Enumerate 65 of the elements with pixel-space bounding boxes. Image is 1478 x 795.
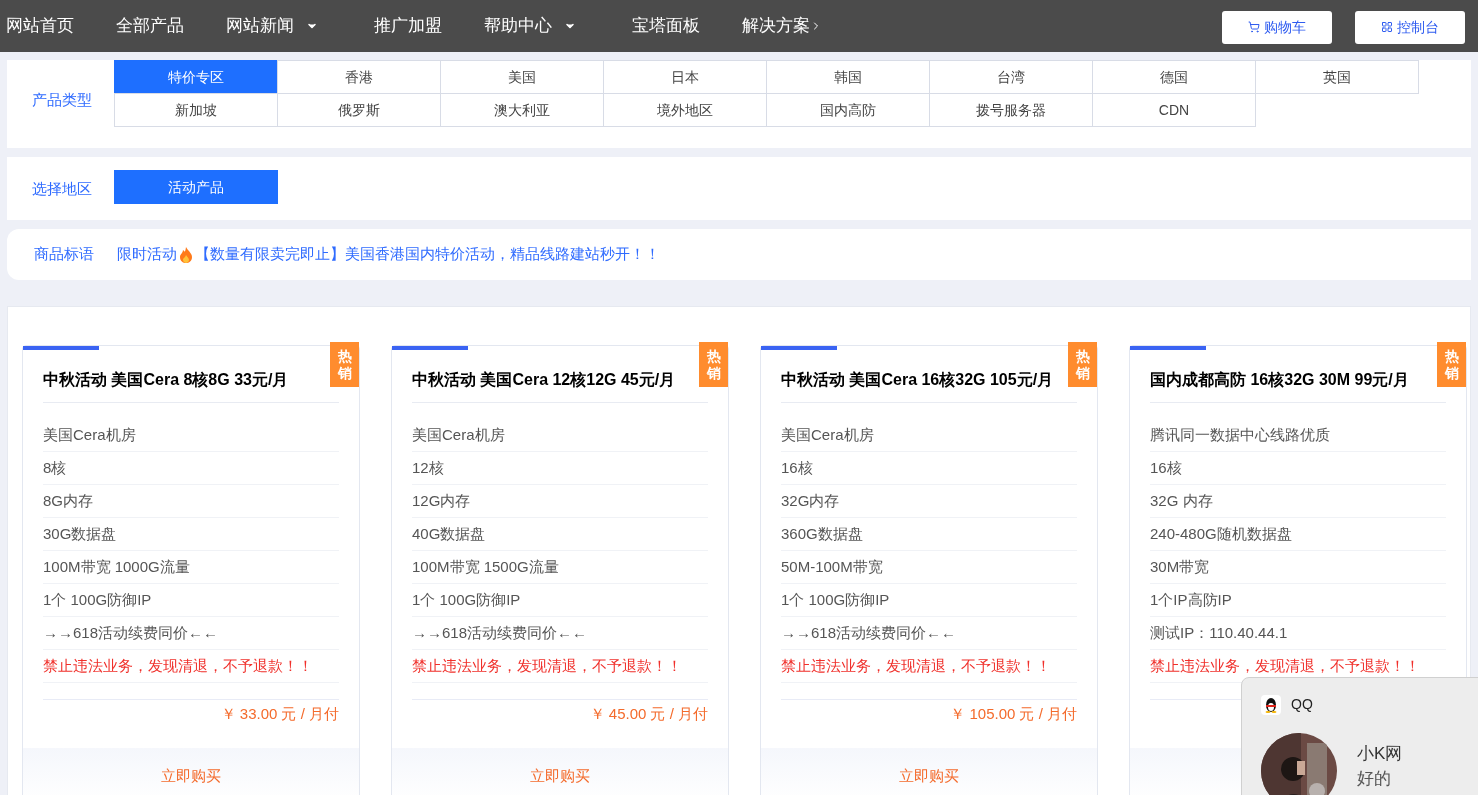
category-tab[interactable]: 活动产品 xyxy=(114,170,278,204)
spec-line: →→618活动续费同价←← xyxy=(43,617,339,650)
penguin-icon xyxy=(1261,694,1281,715)
fire-icon xyxy=(180,246,192,263)
category-tab[interactable]: 特价专区 xyxy=(114,60,278,94)
category-tab[interactable]: 英国 xyxy=(1255,60,1419,94)
spec-line: 50M-100M带宽 xyxy=(781,551,1077,584)
price-text: ￥ 33.00 元 / 月付 xyxy=(220,705,339,722)
spec-line: 360G数据盘 xyxy=(781,518,1077,551)
spec-line: 8G内存 xyxy=(43,485,339,518)
nav-link[interactable]: 宝塔面板 xyxy=(632,13,700,39)
spec-line: 美国Cera机房 xyxy=(43,419,339,452)
slogan-text: 【数量有限卖完即止】美国香港国内特价活动，精品线路建站秒开！！ xyxy=(195,244,660,265)
spec-line: 32G 内存 xyxy=(1150,485,1446,518)
header-button[interactable]: 购物车 xyxy=(1222,10,1332,44)
nav-link[interactable]: 解决方案 xyxy=(742,13,822,39)
spec-line: 32G内存 xyxy=(781,485,1077,518)
price-text: ￥ 105.00 元 / 月付 xyxy=(950,705,1077,722)
hot-badge: 热销 xyxy=(1437,342,1466,387)
spec-line: 8核 xyxy=(43,452,339,485)
spec-line: 40G数据盘 xyxy=(412,518,708,551)
spec-line: 腾讯同一数据中心线路优质 xyxy=(1150,419,1446,452)
category-tab[interactable]: CDN xyxy=(1092,93,1256,127)
hot-badge: 热销 xyxy=(699,342,728,387)
warning-text: 禁止违法业务，发现清退，不予退款！！ xyxy=(781,650,1077,683)
nav-link[interactable]: 全部产品 xyxy=(116,13,184,39)
hot-badge: 热销 xyxy=(330,342,359,387)
spec-line: →→618活动续费同价←← xyxy=(412,617,708,650)
filter-label: 选择地区 xyxy=(31,179,93,200)
spec-line: 测试IP：110.40.44.1 xyxy=(1150,617,1446,650)
message-text: 好的 xyxy=(1357,768,1392,790)
nav-link[interactable]: 推广加盟 xyxy=(374,13,442,39)
grid-icon xyxy=(1381,21,1393,33)
nav-link[interactable]: 网站首页 xyxy=(6,13,74,39)
spec-line: 100M带宽 1500G流量 xyxy=(412,551,708,584)
spec-line: 美国Cera机房 xyxy=(781,419,1077,452)
header-button[interactable]: 控制台 xyxy=(1355,10,1465,44)
category-tab[interactable]: 香港 xyxy=(277,60,441,94)
sender-name: 小K网 xyxy=(1357,743,1403,765)
filter-label: 产品类型 xyxy=(31,90,93,110)
spec-line: 100M带宽 1000G流量 xyxy=(43,551,339,584)
spec-line: 30G数据盘 xyxy=(43,518,339,551)
spec-line: 12G内存 xyxy=(412,485,708,518)
spec-line: 1个 100G防御IP xyxy=(781,584,1077,617)
spec-line: 30M带宽 xyxy=(1150,551,1446,584)
hot-badge: 热销 xyxy=(1068,342,1097,387)
spec-line: 16核 xyxy=(781,452,1077,485)
spec-line: 1个 100G防御IP xyxy=(43,584,339,617)
warning-text: 禁止违法业务，发现清退，不予退款！！ xyxy=(43,650,339,683)
spec-line: 1个IP高防IP xyxy=(1150,584,1446,617)
category-tab[interactable]: 新加坡 xyxy=(114,93,278,127)
spec-line: 12核 xyxy=(412,452,708,485)
spec-line: →→618活动续费同价←← xyxy=(781,617,1077,650)
app-name: QQ xyxy=(1291,695,1313,714)
nav-link[interactable]: 帮助中心 xyxy=(484,13,590,39)
warning-text: 禁止违法业务，发现清退，不予退款！！ xyxy=(412,650,708,683)
slogan-tag: 限时活动 xyxy=(117,243,177,266)
cart-icon xyxy=(1248,21,1260,33)
spec-line: 美国Cera机房 xyxy=(412,419,708,452)
slogan-label: 商品标语 xyxy=(33,244,95,265)
spec-line: 1个 100G防御IP xyxy=(412,584,708,617)
spec-line: 240-480G随机数据盘 xyxy=(1150,518,1446,551)
price-text: ￥ 45.00 元 / 月付 xyxy=(589,705,708,722)
nav-link[interactable]: 网站新闻 xyxy=(226,13,332,39)
spec-line: 16核 xyxy=(1150,452,1446,485)
